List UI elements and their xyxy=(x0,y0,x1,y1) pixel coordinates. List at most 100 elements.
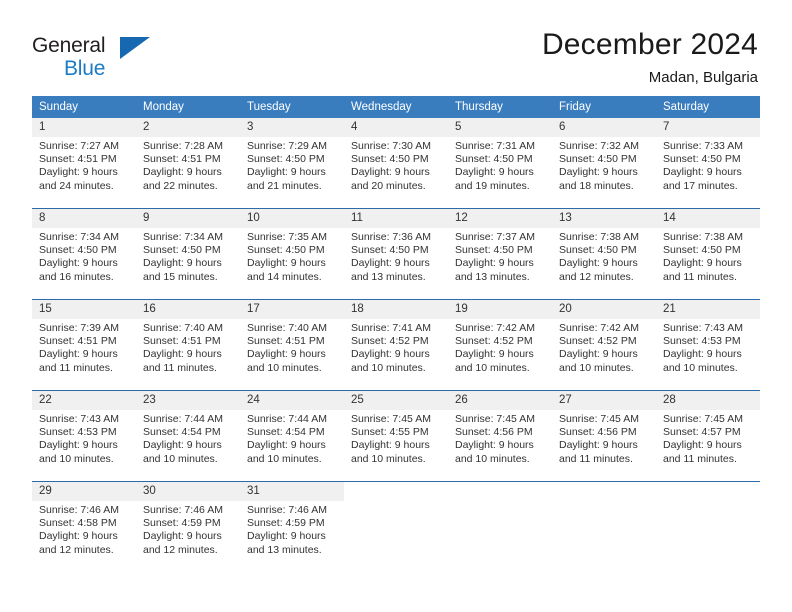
day-number: 18 xyxy=(344,300,448,319)
daylight-text-line1: Daylight: 9 hours xyxy=(351,257,430,270)
day-number: 9 xyxy=(136,209,240,228)
calendar-week-row: 15 Sunrise: 7:39 AM Sunset: 4:51 PM Dayligh… xyxy=(32,299,760,391)
day-cell[interactable]: 5 Sunrise: 7:31 AM Sunset: 4:50 PM Daylight… xyxy=(448,118,552,208)
day-number: 25 xyxy=(344,391,448,410)
calendar-cell: 1 Sunrise: 7:27 AM Sunset: 4:51 PM Daylight… xyxy=(32,118,136,209)
sunrise-text: Sunrise: 7:36 AM xyxy=(351,231,431,243)
day-cell[interactable]: 21 Sunrise: 7:43 AM Sunset: 4:53 PM Dayligh… xyxy=(656,300,760,390)
day-cell[interactable]: 11 Sunrise: 7:36 AM Sunset: 4:50 PM Dayligh… xyxy=(344,209,448,299)
day-cell[interactable]: 16 Sunrise: 7:40 AM Sunset: 4:51 PM Dayligh… xyxy=(136,300,240,390)
day-cell[interactable]: 28 Sunrise: 7:45 AM Sunset: 4:57 PM Dayligh… xyxy=(656,391,760,481)
day-cell[interactable]: 2 Sunrise: 7:28 AM Sunset: 4:51 PM Daylight… xyxy=(136,118,240,208)
calendar-cell: 19 Sunrise: 7:42 AM Sunset: 4:52 PM Dayligh… xyxy=(448,299,552,391)
weekday-header-monday: Monday xyxy=(136,96,240,118)
sunset-text: Sunset: 4:52 PM xyxy=(559,335,637,348)
day-cell[interactable]: 17 Sunrise: 7:40 AM Sunset: 4:51 PM Dayligh… xyxy=(240,300,344,390)
daylight-text-line2: and 21 minutes. xyxy=(247,179,322,192)
day-details: Sunrise: 7:46 AM Sunset: 4:59 PM Daylight:… xyxy=(136,501,240,557)
sunset-text: Sunset: 4:50 PM xyxy=(143,244,221,257)
calendar-cell: 12 Sunrise: 7:37 AM Sunset: 4:50 PM Dayligh… xyxy=(448,208,552,300)
day-cell[interactable]: 18 Sunrise: 7:41 AM Sunset: 4:52 PM Dayligh… xyxy=(344,300,448,390)
day-details: Sunrise: 7:43 AM Sunset: 4:53 PM Daylight:… xyxy=(32,410,136,466)
sunrise-text: Sunrise: 7:28 AM xyxy=(143,140,223,152)
day-cell[interactable]: 26 Sunrise: 7:45 AM Sunset: 4:56 PM Dayligh… xyxy=(448,391,552,481)
calendar-cell xyxy=(552,481,656,572)
day-details: Sunrise: 7:46 AM Sunset: 4:58 PM Daylight:… xyxy=(32,501,136,557)
sunrise-text: Sunrise: 7:43 AM xyxy=(39,413,119,425)
day-number: 10 xyxy=(240,209,344,228)
calendar-cell: 7 Sunrise: 7:33 AM Sunset: 4:50 PM Daylight… xyxy=(656,118,760,209)
daylight-text-line2: and 11 minutes. xyxy=(559,452,633,465)
day-cell-empty xyxy=(448,482,552,572)
sunrise-text: Sunrise: 7:46 AM xyxy=(247,504,327,516)
day-cell[interactable]: 24 Sunrise: 7:44 AM Sunset: 4:54 PM Dayligh… xyxy=(240,391,344,481)
day-number: 30 xyxy=(136,482,240,501)
day-cell[interactable]: 6 Sunrise: 7:32 AM Sunset: 4:50 PM Daylight… xyxy=(552,118,656,208)
daylight-text-line1: Daylight: 9 hours xyxy=(559,348,638,361)
calendar-cell: 2 Sunrise: 7:28 AM Sunset: 4:51 PM Daylight… xyxy=(136,118,240,209)
day-details xyxy=(344,501,448,504)
day-cell[interactable]: 14 Sunrise: 7:38 AM Sunset: 4:50 PM Dayligh… xyxy=(656,209,760,299)
day-cell[interactable]: 20 Sunrise: 7:42 AM Sunset: 4:52 PM Dayligh… xyxy=(552,300,656,390)
daylight-text-line2: and 13 minutes. xyxy=(351,270,426,283)
daylight-text-line1: Daylight: 9 hours xyxy=(663,166,742,179)
day-cell[interactable]: 27 Sunrise: 7:45 AM Sunset: 4:56 PM Dayligh… xyxy=(552,391,656,481)
sunset-text: Sunset: 4:50 PM xyxy=(663,244,741,257)
day-number: 28 xyxy=(656,391,760,410)
day-cell[interactable]: 9 Sunrise: 7:34 AM Sunset: 4:50 PM Daylight… xyxy=(136,209,240,299)
day-cell[interactable]: 22 Sunrise: 7:43 AM Sunset: 4:53 PM Dayligh… xyxy=(32,391,136,481)
daylight-text-line1: Daylight: 9 hours xyxy=(143,439,222,452)
calendar-header-row: Sunday Monday Tuesday Wednesday Thursday… xyxy=(32,96,760,118)
day-cell[interactable]: 13 Sunrise: 7:38 AM Sunset: 4:50 PM Dayligh… xyxy=(552,209,656,299)
calendar-cell: 30 Sunrise: 7:46 AM Sunset: 4:59 PM Dayligh… xyxy=(136,481,240,572)
calendar-cell: 9 Sunrise: 7:34 AM Sunset: 4:50 PM Daylight… xyxy=(136,208,240,300)
daylight-text-line2: and 13 minutes. xyxy=(247,543,322,556)
calendar-cell: 23 Sunrise: 7:44 AM Sunset: 4:54 PM Dayligh… xyxy=(136,390,240,482)
calendar-cell: 21 Sunrise: 7:43 AM Sunset: 4:53 PM Dayligh… xyxy=(656,299,760,391)
sunset-text: Sunset: 4:50 PM xyxy=(247,244,325,257)
day-number: 13 xyxy=(552,209,656,228)
day-cell[interactable]: 4 Sunrise: 7:30 AM Sunset: 4:50 PM Daylight… xyxy=(344,118,448,208)
day-details xyxy=(552,501,656,504)
daylight-text-line1: Daylight: 9 hours xyxy=(39,348,118,361)
day-number: 6 xyxy=(552,118,656,137)
day-cell[interactable]: 8 Sunrise: 7:34 AM Sunset: 4:50 PM Daylight… xyxy=(32,209,136,299)
day-cell[interactable]: 1 Sunrise: 7:27 AM Sunset: 4:51 PM Daylight… xyxy=(32,118,136,208)
calendar-cell: 26 Sunrise: 7:45 AM Sunset: 4:56 PM Dayligh… xyxy=(448,390,552,482)
day-cell[interactable]: 19 Sunrise: 7:42 AM Sunset: 4:52 PM Dayligh… xyxy=(448,300,552,390)
day-cell[interactable]: 29 Sunrise: 7:46 AM Sunset: 4:58 PM Dayligh… xyxy=(32,482,136,572)
day-cell[interactable]: 25 Sunrise: 7:45 AM Sunset: 4:55 PM Dayligh… xyxy=(344,391,448,481)
daylight-text-line2: and 18 minutes. xyxy=(559,179,634,192)
day-cell[interactable]: 10 Sunrise: 7:35 AM Sunset: 4:50 PM Dayligh… xyxy=(240,209,344,299)
sunrise-text: Sunrise: 7:45 AM xyxy=(351,413,431,425)
day-details: Sunrise: 7:40 AM Sunset: 4:51 PM Daylight:… xyxy=(136,319,240,375)
day-cell[interactable]: 23 Sunrise: 7:44 AM Sunset: 4:54 PM Dayligh… xyxy=(136,391,240,481)
day-cell[interactable]: 31 Sunrise: 7:46 AM Sunset: 4:59 PM Dayligh… xyxy=(240,482,344,572)
calendar-cell xyxy=(656,481,760,572)
day-cell[interactable]: 15 Sunrise: 7:39 AM Sunset: 4:51 PM Dayligh… xyxy=(32,300,136,390)
daylight-text-line1: Daylight: 9 hours xyxy=(39,530,118,543)
day-cell[interactable]: 12 Sunrise: 7:37 AM Sunset: 4:50 PM Dayligh… xyxy=(448,209,552,299)
weekday-header-sunday: Sunday xyxy=(32,96,136,118)
daylight-text-line1: Daylight: 9 hours xyxy=(39,257,118,270)
day-cell[interactable]: 7 Sunrise: 7:33 AM Sunset: 4:50 PM Daylight… xyxy=(656,118,760,208)
day-details: Sunrise: 7:44 AM Sunset: 4:54 PM Daylight:… xyxy=(136,410,240,466)
page-subtitle: Madan, Bulgaria xyxy=(648,69,758,86)
calendar-grid: Sunday Monday Tuesday Wednesday Thursday… xyxy=(32,96,760,572)
daylight-text-line1: Daylight: 9 hours xyxy=(455,166,534,179)
daylight-text-line2: and 12 minutes. xyxy=(559,270,634,283)
sunset-text: Sunset: 4:51 PM xyxy=(143,335,221,348)
daylight-text-line1: Daylight: 9 hours xyxy=(247,166,326,179)
sunset-text: Sunset: 4:53 PM xyxy=(663,335,741,348)
daylight-text-line2: and 10 minutes. xyxy=(39,452,114,465)
day-cell[interactable]: 3 Sunrise: 7:29 AM Sunset: 4:50 PM Daylight… xyxy=(240,118,344,208)
sunrise-text: Sunrise: 7:38 AM xyxy=(663,231,743,243)
day-number: 11 xyxy=(344,209,448,228)
day-cell[interactable]: 30 Sunrise: 7:46 AM Sunset: 4:59 PM Dayligh… xyxy=(136,482,240,572)
general-blue-logo[interactable]: General Blue xyxy=(32,26,162,82)
sunset-text: Sunset: 4:52 PM xyxy=(455,335,533,348)
day-number: 31 xyxy=(240,482,344,501)
calendar-cell: 11 Sunrise: 7:36 AM Sunset: 4:50 PM Dayligh… xyxy=(344,208,448,300)
sunrise-text: Sunrise: 7:40 AM xyxy=(143,322,223,334)
day-number: 4 xyxy=(344,118,448,137)
